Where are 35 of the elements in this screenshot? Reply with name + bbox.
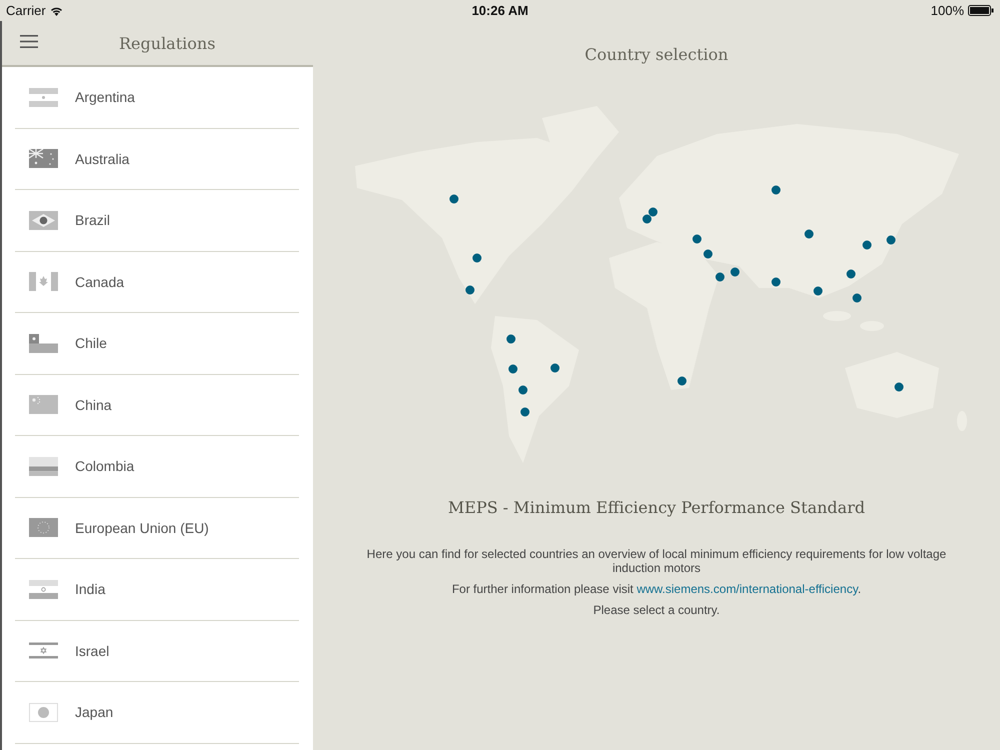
country-list-item[interactable]: Chile [15, 313, 299, 374]
sidebar-title: Regulations [119, 34, 216, 52]
description-text: Here you can find for selected countries an overview of local minimum efficiency requirements for low voltage induction motors [366, 547, 948, 575]
israel-flag-icon [29, 641, 58, 660]
battery-percent: 100% [930, 3, 964, 18]
japan-flag-icon [29, 702, 58, 722]
country-list-item[interactable]: India [15, 559, 299, 620]
country-list-item[interactable]: Colombia [15, 436, 299, 498]
wifi-icon [50, 6, 63, 16]
eu-flag-icon [29, 518, 58, 538]
info-text: For further information please visit www.siemens.com/international-efficiency. [452, 582, 862, 596]
chile-flag-icon [29, 334, 58, 353]
country-list-item[interactable]: Argentina [15, 67, 299, 128]
australia-flag-icon [29, 149, 58, 168]
website-link[interactable]: www.siemens.com/international-efficiency [636, 582, 858, 596]
carrier-label: Carrier [6, 3, 46, 18]
country-list-item[interactable]: Australia [15, 128, 299, 190]
page-title: Country selection [584, 45, 728, 64]
country-list-item[interactable]: Israel [15, 620, 299, 682]
colombia-flag-icon [29, 456, 58, 476]
prompt-text: Please select a country. [593, 603, 720, 617]
battery-icon [968, 5, 994, 16]
argentina-flag-icon [29, 88, 58, 107]
country-list-item[interactable]: Japan [15, 682, 299, 744]
brazil-flag-icon [29, 210, 58, 230]
clock: 10:26 AM [472, 3, 528, 18]
country-list-item[interactable]: European Union (EU) [15, 498, 299, 559]
china-flag-icon [29, 395, 58, 414]
india-flag-icon [29, 580, 58, 599]
country-list-item[interactable]: Canada [15, 252, 299, 313]
canada-flag-icon [29, 272, 58, 292]
section-heading: MEPS - Minimum Efficiency Performance Standard [448, 498, 865, 517]
menu-button[interactable] [20, 34, 40, 49]
country-list-item[interactable]: China [15, 374, 299, 436]
country-list-item[interactable]: Brazil [15, 190, 299, 252]
